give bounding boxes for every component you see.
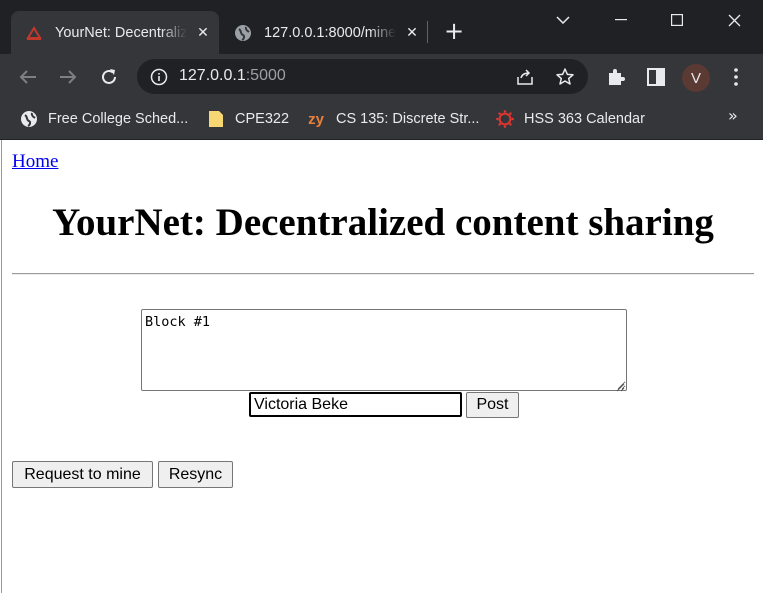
yournet-favicon-icon [25, 24, 43, 42]
new-tab-plus-icon[interactable]: + [443, 19, 465, 43]
bookmark-item[interactable]: HSS 363 Calendar [496, 109, 645, 129]
close-tab-icon[interactable]: ✕ [404, 24, 420, 41]
close-window-icon[interactable] [722, 8, 746, 32]
resync-button[interactable]: Resync [158, 461, 233, 488]
profile-avatar[interactable]: V [682, 64, 710, 92]
share-icon[interactable] [516, 68, 534, 86]
tab-title: YourNet: Decentralized content sharing [55, 24, 187, 41]
address-url: 127.0.0.1:5000 [179, 67, 286, 85]
zybooks-icon: zy [308, 110, 324, 128]
tab-strip: YourNet: Decentralized content sharing ✕… [0, 0, 763, 54]
site-info-icon[interactable] [150, 68, 168, 86]
folder-icon [207, 110, 225, 128]
tab-separator [427, 21, 428, 43]
resize-grip-icon[interactable] [615, 379, 625, 392]
page-viewport: Home YourNet: Decentralized content shar… [1, 140, 763, 593]
home-link[interactable]: Home [12, 151, 58, 173]
minimize-icon[interactable] [609, 8, 633, 32]
url-port: :5000 [245, 67, 286, 84]
bookmark-item[interactable]: Free College Sched... [20, 109, 188, 129]
bookmarks-bar: Free College Sched... CPE322 zy CS 135: … [0, 100, 763, 140]
tab-title: 127.0.0.1:8000/mine [264, 24, 396, 41]
bookmark-label: CPE322 [235, 111, 290, 127]
back-arrow-icon[interactable] [16, 65, 40, 89]
globe-icon [20, 110, 38, 128]
request-to-mine-button[interactable]: Request to mine [12, 461, 153, 488]
bookmark-item[interactable]: zy CS 135: Discrete Str... [306, 109, 479, 129]
bookmark-label: CS 135: Discrete Str... [336, 111, 480, 127]
browser-chrome: YourNet: Decentralized content sharing ✕… [0, 0, 763, 140]
bookmark-star-icon[interactable] [555, 67, 575, 87]
bookmark-label: Free College Sched... [48, 111, 189, 127]
bookmark-label: HSS 363 Calendar [524, 111, 645, 127]
extensions-puzzle-icon[interactable] [605, 66, 627, 88]
author-input[interactable] [249, 392, 462, 417]
url-host: 127.0.0.1 [179, 67, 246, 84]
forward-arrow-icon[interactable] [56, 65, 80, 89]
menu-kebab-icon[interactable] [725, 66, 747, 88]
address-bar[interactable]: 127.0.0.1:5000 [137, 59, 588, 94]
post-button[interactable]: Post [466, 392, 519, 418]
side-panel-icon[interactable] [645, 66, 667, 88]
close-tab-icon[interactable]: ✕ [195, 24, 211, 41]
tab-search-chevron-icon[interactable] [551, 8, 575, 32]
globe-icon [234, 24, 252, 42]
reload-icon[interactable] [97, 65, 121, 89]
page-title: YourNet: Decentralized content sharing [52, 201, 714, 244]
tab-yournet[interactable]: YourNet: Decentralized content sharing ✕ [11, 11, 219, 54]
bookmarks-overflow-chevron-icon[interactable]: » [728, 106, 738, 125]
maximize-icon[interactable] [665, 8, 689, 32]
tab-mine[interactable]: 127.0.0.1:8000/mine ✕ [222, 11, 422, 54]
canvas-icon [496, 110, 514, 128]
content-textarea[interactable]: Block #1 [141, 309, 627, 391]
divider [12, 273, 754, 275]
bookmark-item[interactable]: CPE322 [207, 109, 289, 129]
toolbar: 127.0.0.1:5000 V [0, 54, 763, 100]
